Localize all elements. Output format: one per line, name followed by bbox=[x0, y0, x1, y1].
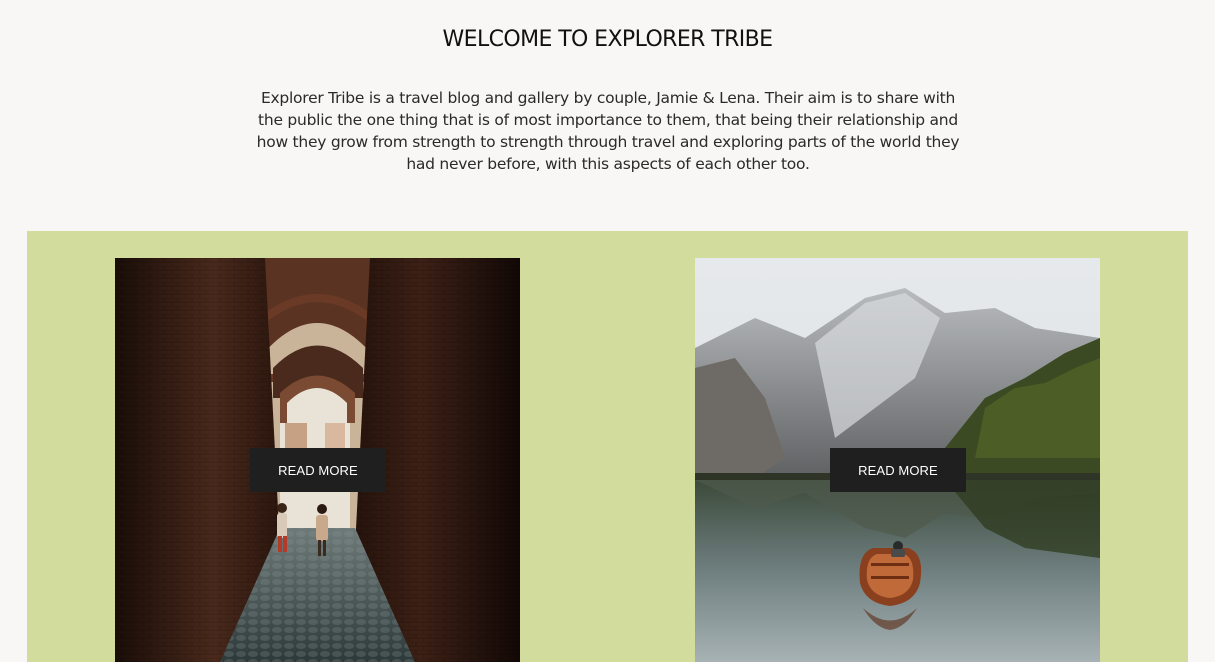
read-more-button[interactable]: READ MORE bbox=[830, 448, 966, 492]
read-more-button[interactable]: READ MORE bbox=[250, 448, 386, 492]
page-title: WELCOME TO EXPLORER TRIBE bbox=[442, 27, 774, 52]
intro-paragraph: Explorer Tribe is a travel blog and gall… bbox=[256, 89, 960, 173]
gallery-card-lake[interactable]: READ MORE bbox=[695, 258, 1100, 662]
gallery-card-alley[interactable]: READ MORE bbox=[115, 258, 520, 662]
